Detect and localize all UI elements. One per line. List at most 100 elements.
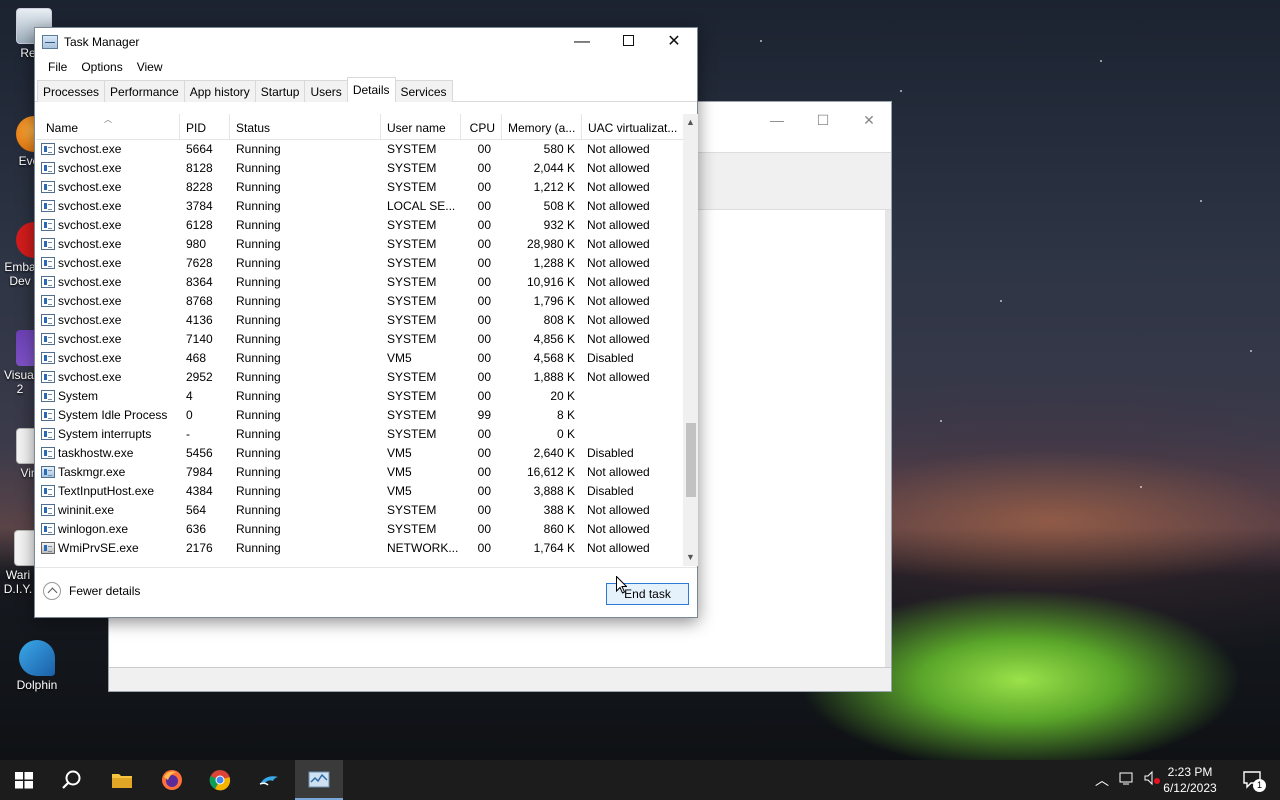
close-button[interactable]: ✕ [651,28,697,56]
column-header-name[interactable]: ︿ Name [36,114,180,140]
cell-pid: 564 [186,503,207,517]
vertical-scrollbar[interactable]: ▲ ▼ [683,114,698,566]
desktop-icon-label: Emba Dev [4,260,36,288]
background-window-scrollbar[interactable] [885,210,891,667]
background-maximize-button[interactable]: ☐ [801,108,845,132]
table-row[interactable]: svchost.exe 8128 Running SYSTEM 00 2,044 K Not… [36,159,683,178]
scroll-up-arrow-icon[interactable]: ▲ [683,114,698,131]
search-button[interactable] [48,760,96,800]
table-row[interactable]: svchost.exe 7628 Running SYSTEM 00 1,288 K Not… [36,254,683,273]
cell-user-name: SYSTEM [387,522,437,536]
tab-startup[interactable]: Startup [254,80,306,102]
table-row[interactable]: System Idle Process 0 Running SYSTEM 99 8 K [36,406,683,425]
cell-memory: 4,568 K [533,351,575,365]
table-row[interactable]: TextInputHost.exe 4384 Running VM5 00 3,888 K… [36,482,683,501]
tab-app-history[interactable]: App history [183,80,256,102]
table-row[interactable]: svchost.exe 3784 Running LOCAL SE... 00 508 K… [36,197,683,216]
tab-details[interactable]: Details [346,77,396,102]
cell-cpu: 00 [477,218,491,232]
chevron-up-icon [43,582,61,600]
scrollbar-thumb[interactable] [686,423,696,497]
table-row[interactable]: Taskmgr.exe 7984 Running VM5 00 16,612 K Not a… [36,463,683,482]
cell-user-name: VM5 [387,465,412,479]
cell-memory: 1,288 K [533,256,575,270]
cell-pid: 8128 [186,161,213,175]
tab-services[interactable]: Services [394,80,453,102]
cell-user-name: SYSTEM [387,142,437,156]
cell-status: Running [236,218,281,232]
table-row[interactable]: svchost.exe 8228 Running SYSTEM 00 1,212 K Not… [36,178,683,197]
column-header-status[interactable]: Status [230,114,381,140]
menu-view[interactable]: View [130,56,170,78]
table-row[interactable]: wininit.exe 564 Running SYSTEM 00 388 K Not al… [36,501,683,520]
chrome-button[interactable] [196,760,244,800]
cell-user-name: SYSTEM [387,427,437,441]
tab-users[interactable]: Users [304,80,348,102]
system-clock[interactable]: 2:23 PM 6/12/2023 [1158,764,1222,796]
menu-options[interactable]: Options [74,56,129,78]
menu-file[interactable]: File [41,56,74,78]
cell-name: winlogon.exe [58,522,129,536]
cell-user-name: SYSTEM [387,294,437,308]
cell-name: System [58,389,99,403]
column-header-user-name[interactable]: User name [381,114,461,140]
table-row[interactable]: taskhostw.exe 5456 Running VM5 00 2,640 K Disa… [36,444,683,463]
column-header-cpu[interactable]: CPU [461,114,502,140]
cell-user-name: VM5 [387,446,412,460]
desktop-icon-dolphin[interactable]: Dolphin [7,640,67,692]
details-table[interactable]: ︿ Name PID Status User name CPU Memory (… [36,114,683,566]
scroll-down-arrow-icon[interactable]: ▼ [683,549,698,566]
dolphin-button[interactable] [246,760,294,800]
table-row[interactable]: svchost.exe 468 Running VM5 00 4,568 K Disable… [36,349,683,368]
cell-user-name: NETWORK... [387,541,459,555]
maximize-button[interactable] [605,28,651,56]
title-bar[interactable]: Task Manager — ✕ [35,28,697,56]
cell-cpu: 00 [477,484,491,498]
table-row[interactable]: svchost.exe 5664 Running SYSTEM 00 580 K Not a… [36,140,683,159]
cell-user-name: SYSTEM [387,389,437,403]
column-header-uac-virtualization[interactable]: UAC virtualizat... [582,114,683,140]
cell-memory: 508 K [543,199,575,213]
column-header-pid[interactable]: PID [180,114,230,140]
tab-processes[interactable]: Processes [37,80,106,102]
table-row[interactable]: svchost.exe 2952 Running SYSTEM 00 1,888 K Not… [36,368,683,387]
star [1140,486,1142,488]
table-row[interactable]: svchost.exe 980 Running SYSTEM 00 28,980 K Not… [36,235,683,254]
cell-uac-virtualization: Not allowed [587,465,650,479]
network-icon[interactable] [1118,770,1138,790]
cell-status: Running [236,389,281,403]
star [940,420,942,422]
background-close-button[interactable]: ✕ [847,108,891,132]
cell-memory: 0 K [556,427,575,441]
cell-uac-virtualization: Not allowed [587,218,650,232]
fewer-details-button[interactable]: Fewer details [43,582,140,600]
cell-status: Running [236,446,281,460]
show-hidden-icons-chevron-icon[interactable]: ︿ [1092,770,1112,790]
table-row[interactable]: svchost.exe 7140 Running SYSTEM 00 4,856 K Not… [36,330,683,349]
table-row[interactable]: svchost.exe 6128 Running SYSTEM 00 932 K Not a… [36,216,683,235]
table-row[interactable]: System interrupts - Running SYSTEM 00 0 K [36,425,683,444]
star [760,40,762,42]
task-manager-button[interactable] [295,760,343,800]
minimize-button[interactable]: — [559,28,605,56]
table-row[interactable]: WmiPrvSE.exe 2176 Running NETWORK... 00 1,764… [36,539,683,558]
background-minimize-button[interactable]: — [755,108,799,132]
table-row[interactable]: winlogon.exe 636 Running SYSTEM 00 860 K Not a… [36,520,683,539]
tab-performance[interactable]: Performance [104,80,185,102]
firefox-icon [162,770,182,790]
table-row[interactable]: System 4 Running SYSTEM 00 20 K [36,387,683,406]
cell-cpu: 00 [477,180,491,194]
firefox-button[interactable] [148,760,196,800]
start-button[interactable] [0,760,48,800]
cell-cpu: 00 [477,332,491,346]
table-row[interactable]: svchost.exe 8364 Running SYSTEM 00 10,916 K No… [36,273,683,292]
file-explorer-button[interactable] [98,760,146,800]
table-row[interactable]: svchost.exe 4136 Running SYSTEM 00 808 K Not a… [36,311,683,330]
action-center-button[interactable]: 1 [1242,770,1266,792]
desktop-icon-label: Visual 2 [4,368,36,396]
table-row[interactable]: svchost.exe 8768 Running SYSTEM 00 1,796 K Not… [36,292,683,311]
cell-pid: 5664 [186,142,213,156]
task-manager-window[interactable]: Task Manager — ✕ File Options View Proce… [34,27,698,618]
column-header-memory[interactable]: Memory (a... [502,114,582,140]
process-icon [41,485,55,497]
